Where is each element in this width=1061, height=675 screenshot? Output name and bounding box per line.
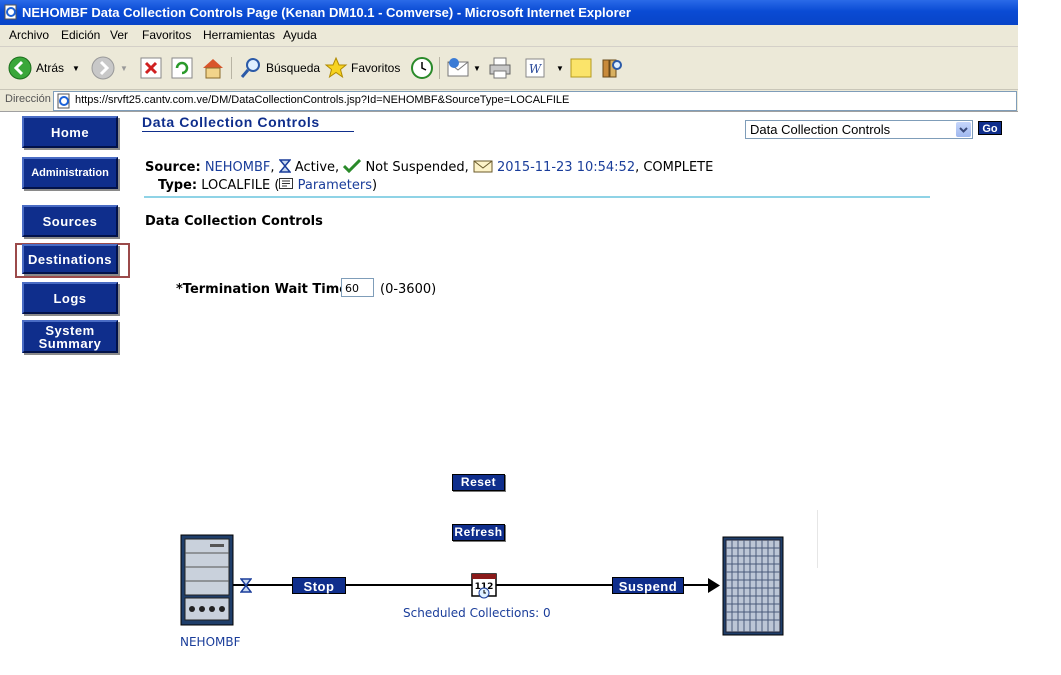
back-dropdown-icon[interactable]: ▼ xyxy=(72,64,80,73)
search-button[interactable]: Búsqueda xyxy=(239,54,320,82)
parameters-icon xyxy=(279,178,294,189)
back-arrow-icon xyxy=(8,56,32,80)
checkmark-icon xyxy=(343,158,362,174)
menu-bar: Archivo Edición Ver Favoritos Herramient… xyxy=(0,25,1018,47)
address-bar: Dirección https://srvft25.cantv.com.ve/D… xyxy=(0,90,1018,112)
edit-dropdown-icon[interactable]: ▼ xyxy=(556,64,564,73)
nav-logs-button[interactable]: Logs xyxy=(22,282,118,314)
title-bar: NEHOMBF Data Collection Controls Page (K… xyxy=(0,0,1018,25)
arrow-head-icon xyxy=(708,578,720,593)
menu-ver[interactable]: Ver xyxy=(110,28,128,42)
menu-herramientas[interactable]: Herramientas xyxy=(203,28,275,42)
mail-envelope-icon xyxy=(447,58,469,77)
termination-wait-input[interactable]: 60 xyxy=(341,278,374,297)
section-title: Data Collection Controls xyxy=(145,214,323,229)
nav-system-label: System xyxy=(45,322,95,338)
suspend-status: Not Suspended, xyxy=(365,160,469,175)
address-url: https://srvft25.cantv.com.ve/DM/DataColl… xyxy=(75,94,570,106)
timestamp-link[interactable]: 2015-11-23 10:54:52 xyxy=(497,160,635,175)
source-info: Source: NEHOMBF, Active, Not Suspended, … xyxy=(145,158,714,175)
chevron-down-icon[interactable] xyxy=(956,122,971,137)
history-clock-icon xyxy=(411,57,433,79)
refresh-icon xyxy=(171,57,193,79)
house-icon xyxy=(203,59,223,79)
page-title: Data Collection Controls xyxy=(142,114,320,130)
menu-archivo[interactable]: Archivo xyxy=(9,28,49,42)
type-info: Type: LOCALFILE ( Parameters) xyxy=(158,178,377,193)
nav-summary-label: Summary xyxy=(38,335,102,351)
suspend-button[interactable]: Suspend xyxy=(612,577,684,594)
window-title: NEHOMBF Data Collection Controls Page (K… xyxy=(22,5,631,20)
hourglass-flow-icon xyxy=(240,578,252,593)
go-button[interactable]: Go xyxy=(978,121,1002,135)
scheduled-collections-label: Scheduled Collections: 0 xyxy=(403,606,551,620)
parameters-link[interactable]: Parameters xyxy=(298,178,372,193)
page-select-value: Data Collection Controls xyxy=(750,122,891,137)
page-icon xyxy=(57,93,70,109)
mail-dropdown-icon[interactable]: ▼ xyxy=(473,64,481,73)
type-label: Type: xyxy=(158,178,198,193)
star-icon xyxy=(324,56,348,79)
stop-x-icon xyxy=(140,57,162,79)
hourglass-icon xyxy=(278,159,292,173)
nav-sources-button[interactable]: Sources xyxy=(22,205,118,237)
separator-line xyxy=(144,196,930,198)
svg-text:W: W xyxy=(529,62,543,76)
refresh-button[interactable]: Refresh xyxy=(452,524,505,541)
source-label: Source: xyxy=(145,160,201,175)
source-server-label: NEHOMBF xyxy=(180,635,241,649)
nav-system-summary-button[interactable]: System Summary xyxy=(22,320,118,353)
magnifier-icon xyxy=(240,58,260,78)
faint-divider xyxy=(817,510,818,568)
reset-button[interactable]: Reset xyxy=(452,474,505,491)
menu-ayuda[interactable]: Ayuda xyxy=(283,28,317,42)
note-icon xyxy=(570,58,592,78)
search-label: Búsqueda xyxy=(266,61,321,75)
stop-page-button[interactable] xyxy=(140,54,162,82)
discuss-button[interactable] xyxy=(569,54,593,82)
favorites-button[interactable]: Favoritos xyxy=(324,54,400,82)
scheduler-calendar-icon[interactable]: 112 xyxy=(471,573,497,599)
mail-button[interactable]: ▼ xyxy=(446,54,481,82)
termination-label: *Termination Wait Time: xyxy=(176,282,354,297)
ie-page-icon xyxy=(4,4,17,20)
source-server-icon xyxy=(180,534,234,626)
nav-home-button[interactable]: Home xyxy=(22,116,118,148)
close-paren: ) xyxy=(372,178,378,193)
word-icon: W xyxy=(525,58,545,78)
nav-destinations-button[interactable]: Destinations xyxy=(22,244,118,274)
address-label: Dirección xyxy=(5,93,51,105)
history-button[interactable] xyxy=(408,54,434,82)
edit-word-button[interactable]: W ▼ xyxy=(524,54,564,82)
research-books-icon xyxy=(602,59,622,78)
menu-favoritos[interactable]: Favoritos xyxy=(142,28,191,42)
menu-edicion[interactable]: Edición xyxy=(61,28,100,42)
complete-status: , COMPLETE xyxy=(635,160,714,175)
research-button[interactable] xyxy=(600,54,624,82)
favorites-label: Favoritos xyxy=(351,61,401,75)
source-name-link[interactable]: NEHOMBF xyxy=(205,160,271,175)
printer-icon xyxy=(489,57,511,79)
stop-button[interactable]: Stop xyxy=(292,577,346,594)
forward-arrow-icon xyxy=(91,56,115,80)
nav-administration-button[interactable]: Administration xyxy=(22,157,118,189)
toolbar: Atrás ▼ ▼ Búsqueda Favoritos ▼ W ▼ xyxy=(0,47,1018,90)
refresh-page-button[interactable] xyxy=(171,54,193,82)
type-value: LOCALFILE ( xyxy=(201,178,280,193)
home-page-button[interactable] xyxy=(201,54,225,82)
back-label: Atrás xyxy=(36,61,65,75)
address-input[interactable]: https://srvft25.cantv.com.ve/DM/DataColl… xyxy=(53,91,1017,111)
page-select[interactable]: Data Collection Controls xyxy=(745,120,973,139)
forward-dropdown-icon[interactable]: ▼ xyxy=(120,64,128,73)
print-button[interactable] xyxy=(487,54,513,82)
active-status: Active, xyxy=(294,160,340,175)
back-button[interactable]: Atrás ▼ xyxy=(8,54,80,82)
envelope-icon xyxy=(473,160,493,173)
destination-server-icon xyxy=(722,536,784,636)
title-underline xyxy=(142,131,354,132)
forward-button[interactable]: ▼ xyxy=(91,54,128,82)
termination-range: (0-3600) xyxy=(380,282,437,297)
